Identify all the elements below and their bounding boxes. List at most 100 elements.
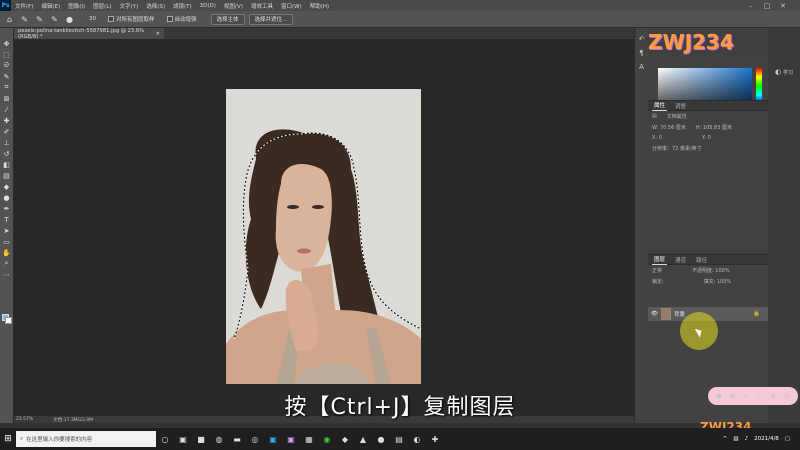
app-icon[interactable]: ■ (192, 428, 210, 450)
windows-start-icon[interactable]: ⊞ (0, 428, 16, 450)
app-icon[interactable]: ◆ (336, 428, 354, 450)
tab-channels[interactable]: 通道 (673, 255, 688, 265)
more-tools-icon[interactable]: ⋯ (1, 269, 13, 280)
caption-text: 按【Ctrl+J】复制图层 (284, 395, 516, 420)
folder-icon[interactable]: ▬ (228, 428, 246, 450)
add-selection-icon[interactable]: ✎ (34, 14, 45, 25)
close-tab-icon[interactable]: ✕ (156, 31, 160, 37)
history-icon[interactable]: ↶ (637, 34, 647, 44)
path-select-icon[interactable]: ➤ (1, 225, 13, 236)
menu-select[interactable]: 选择(S) (142, 2, 169, 10)
type-tool-icon[interactable]: T (1, 214, 13, 225)
dodge-tool-icon[interactable]: ● (1, 192, 13, 203)
background-color-swatch[interactable] (5, 317, 12, 324)
cortana-icon[interactable]: ○ (156, 428, 174, 450)
tab-paths[interactable]: 路径 (694, 255, 709, 265)
app-icon[interactable]: ▲ (354, 428, 372, 450)
y-field[interactable]: Y: 0 (702, 135, 711, 141)
premiere-task-icon[interactable]: ▣ (282, 428, 300, 450)
menu-view[interactable]: 视图(V) (220, 2, 247, 10)
learn-label: 学习 (783, 69, 794, 76)
brush-size[interactable]: 30 (89, 16, 96, 22)
notification-icon[interactable]: ▢ (785, 436, 790, 442)
brush-tool-icon[interactable]: ✐ (1, 126, 13, 137)
menu-help[interactable]: 帮助(H) (306, 2, 333, 10)
move-tool-icon[interactable]: ✥ (1, 38, 13, 49)
select-subject-button[interactable]: 选择主体 (210, 13, 245, 25)
app-icon[interactable]: ▦ (300, 428, 318, 450)
lasso-tool-icon[interactable]: ᘐ (1, 60, 13, 71)
volume-icon[interactable]: ♪ (745, 436, 749, 442)
app-icon[interactable]: ◐ (408, 428, 426, 450)
hand-tool-icon[interactable]: ✋ (1, 247, 13, 258)
collapsed-panel-dock: ↶ ¶ A (634, 28, 648, 423)
subtract-selection-icon[interactable]: ✎ (49, 14, 60, 25)
crop-tool-icon[interactable]: ⌗ (1, 82, 13, 93)
zoom-tool-icon[interactable]: ⌕ (1, 258, 13, 269)
menu-type[interactable]: 文字(Y) (116, 2, 143, 10)
properties-header: 属性 调整 (648, 101, 768, 111)
windows-taskbar: ⊞ ⌕ 在这里输入你要搜索的内容 ○ ▣ ■ ◍ ▬ ◎ ▣ ▣ ▦ ◉ ◆ ▲… (0, 428, 800, 450)
wechat-icon[interactable]: ◉ (318, 428, 336, 450)
fill-field[interactable]: 填充: 100% (704, 278, 732, 285)
blur-tool-icon[interactable]: ◆ (1, 181, 13, 192)
minimize-icon[interactable]: – (744, 0, 758, 11)
network-icon[interactable]: ▥ (733, 436, 738, 442)
taskbar-search[interactable]: ⌕ 在这里输入你要搜索的内容 (16, 431, 156, 447)
maximize-icon[interactable]: □ (760, 0, 774, 11)
history-brush-icon[interactable]: ↺ (1, 148, 13, 159)
auto-enhance-label: 自动增强 (174, 17, 197, 23)
menu-edit[interactable]: 编辑(E) (37, 2, 64, 10)
app-icon[interactable]: ● (372, 428, 390, 450)
tab-adjustments[interactable]: 调整 (673, 101, 688, 111)
pen-tool-icon[interactable]: ✒ (1, 203, 13, 214)
home-icon[interactable]: ⌂ (4, 14, 15, 25)
app-icon[interactable]: ✚ (426, 428, 444, 450)
document-tab[interactable]: pexels-polina-tankilevitch-5587981.jpg @… (14, 28, 164, 40)
close-icon[interactable]: ✕ (776, 0, 790, 11)
select-mask-button[interactable]: 选择并遮住... (248, 13, 294, 25)
checkbox-icon (166, 16, 173, 22)
menu-plugins[interactable]: 增效工具 (247, 2, 277, 10)
photoshop-task-icon[interactable]: ▣ (264, 428, 282, 450)
menu-3d[interactable]: 3D(D) (196, 3, 220, 9)
tab-layers[interactable]: 图层 (652, 254, 668, 265)
healing-tool-icon[interactable]: ✚ (1, 115, 13, 126)
menu-image[interactable]: 图像(I) (64, 2, 89, 10)
blend-mode-select[interactable]: 正常 (652, 267, 662, 274)
eyedropper-tool-icon[interactable]: ⁄ (1, 104, 13, 115)
visibility-eye-icon[interactable]: 👁 (651, 311, 658, 317)
lock-icon[interactable]: 🔒 (753, 311, 760, 317)
shape-tool-icon[interactable]: ▭ (1, 236, 13, 247)
frame-tool-icon[interactable]: ⊠ (1, 93, 13, 104)
sample-all-checkbox[interactable]: 对所有图层取样 (108, 15, 155, 23)
app-icon[interactable]: ▤ (390, 428, 408, 450)
gradient-tool-icon[interactable]: ▤ (1, 170, 13, 181)
menu-filter[interactable]: 滤镜(T) (169, 2, 196, 10)
height-field[interactable]: H: 105.83 厘米 (696, 124, 732, 131)
quick-select-tool-icon[interactable]: ✎ (1, 71, 13, 82)
quick-select-icon[interactable]: ✎ (19, 14, 30, 25)
menu-file[interactable]: 文件(F) (11, 2, 37, 10)
opacity-field[interactable]: 不透明度: 100% (692, 267, 730, 274)
character-icon[interactable]: A (637, 62, 647, 72)
document-canvas[interactable] (226, 89, 421, 384)
width-field[interactable]: W: 70.56 厘米 (652, 124, 686, 131)
learn-button[interactable]: ◐ 学习 (775, 68, 793, 76)
x-field[interactable]: X: 0 (652, 135, 662, 141)
marquee-tool-icon[interactable]: ⬚ (1, 49, 13, 60)
paragraph-icon[interactable]: ¶ (637, 48, 647, 58)
menu-window[interactable]: 窗口(W) (277, 2, 306, 10)
chrome-icon[interactable]: ◎ (246, 428, 264, 450)
task-view-icon[interactable]: ▣ (174, 428, 192, 450)
taskbar-clock[interactable]: 2021/4/8 (754, 436, 779, 443)
stamp-tool-icon[interactable]: ⊥ (1, 137, 13, 148)
tab-properties[interactable]: 属性 (652, 100, 668, 111)
menu-layer[interactable]: 图层(L) (89, 2, 115, 10)
edge-icon[interactable]: ◍ (210, 428, 228, 450)
doc-properties-title: ▤ 文档属性 (648, 111, 768, 122)
tray-chevron-icon[interactable]: ^ (723, 436, 728, 442)
auto-enhance-checkbox[interactable]: 自动增强 (166, 15, 197, 23)
eraser-tool-icon[interactable]: ◧ (1, 159, 13, 170)
brush-preview-icon[interactable]: ● (64, 14, 75, 25)
